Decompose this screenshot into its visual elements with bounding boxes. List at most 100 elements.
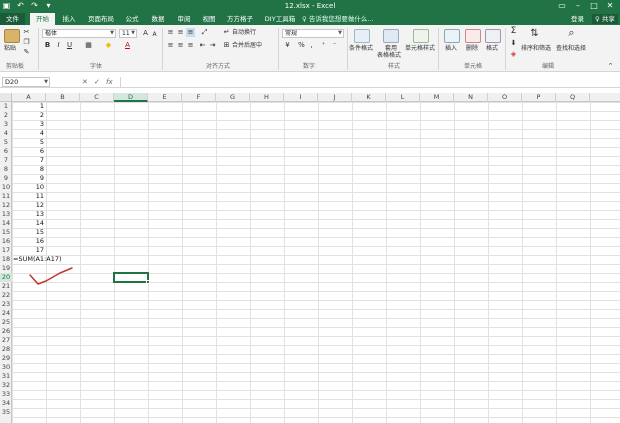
sort-filter-icon[interactable]: ⇅ bbox=[530, 29, 539, 39]
delete-cells-button[interactable]: 删除 bbox=[466, 45, 478, 53]
sort-filter-button[interactable]: 排序和筛选 bbox=[521, 45, 551, 53]
minimize-icon[interactable]: – bbox=[570, 0, 586, 12]
row-header-29[interactable]: 29 bbox=[0, 354, 12, 363]
cell-a14[interactable]: 14 bbox=[12, 219, 46, 228]
formula-input[interactable] bbox=[120, 77, 618, 87]
row-header-1[interactable]: 1 bbox=[0, 102, 12, 111]
format-cells-icon[interactable] bbox=[485, 29, 501, 43]
insert-cells-button[interactable]: 插入 bbox=[445, 45, 457, 53]
column-header-f[interactable]: F bbox=[182, 93, 216, 102]
align-center-icon[interactable]: ≡ bbox=[176, 41, 185, 50]
maximize-icon[interactable]: □ bbox=[586, 0, 602, 12]
tab-formulas[interactable]: 公式 bbox=[121, 13, 143, 25]
paste-icon[interactable] bbox=[4, 29, 20, 43]
align-left-icon[interactable]: ≡ bbox=[166, 41, 175, 50]
merge-center-button[interactable]: 合并后居中 bbox=[232, 42, 262, 50]
tab-ffcell[interactable]: 方方格子 bbox=[225, 13, 255, 25]
cancel-icon[interactable]: ✕ bbox=[82, 77, 88, 87]
row-header-6[interactable]: 6 bbox=[0, 147, 12, 156]
row-header-16[interactable]: 16 bbox=[0, 237, 12, 246]
fill-icon[interactable]: ⬇ bbox=[509, 39, 518, 48]
cell-a5[interactable]: 5 bbox=[12, 138, 46, 147]
row-header-3[interactable]: 3 bbox=[0, 120, 12, 129]
share-button[interactable]: ♀ 共享 bbox=[592, 14, 618, 24]
shrink-font-icon[interactable]: A bbox=[150, 30, 159, 39]
decrease-indent-icon[interactable]: ⇤ bbox=[198, 41, 207, 50]
font-color-icon[interactable]: A bbox=[123, 41, 132, 50]
tab-insert[interactable]: 插入 bbox=[58, 13, 80, 25]
font-size-combo[interactable]: 11 ▼ bbox=[119, 29, 137, 38]
tab-home[interactable]: 开始 bbox=[30, 13, 55, 25]
cell-a12[interactable]: 12 bbox=[12, 201, 46, 210]
cell-styles-icon[interactable] bbox=[413, 29, 429, 43]
select-all-corner[interactable] bbox=[0, 93, 12, 102]
row-header-19[interactable]: 19 bbox=[0, 264, 12, 273]
cell-a17[interactable]: 17 bbox=[12, 246, 46, 255]
column-header-h[interactable]: H bbox=[250, 93, 284, 102]
row-header-26[interactable]: 26 bbox=[0, 327, 12, 336]
insert-cells-icon[interactable] bbox=[444, 29, 460, 43]
collapse-ribbon-icon[interactable]: ⌃ bbox=[606, 62, 615, 71]
name-box[interactable]: D20 ▼ bbox=[2, 77, 50, 87]
row-header-31[interactable]: 31 bbox=[0, 372, 12, 381]
row-header-35[interactable]: 35 bbox=[0, 408, 12, 417]
row-header-25[interactable]: 25 bbox=[0, 318, 12, 327]
tab-page-layout[interactable]: 页面布局 bbox=[84, 13, 118, 25]
currency-icon[interactable]: ¥ bbox=[283, 41, 292, 50]
tab-view[interactable]: 视图 bbox=[198, 13, 220, 25]
grow-font-icon[interactable]: A bbox=[141, 29, 150, 38]
insert-function-icon[interactable]: fx bbox=[106, 77, 113, 87]
tab-diy-toolbox[interactable]: DIY工具箱 bbox=[263, 13, 297, 25]
conditional-format-button[interactable]: 条件格式 bbox=[349, 45, 373, 53]
row-header-2[interactable]: 2 bbox=[0, 111, 12, 120]
fill-color-icon[interactable]: ◆ bbox=[104, 41, 113, 50]
conditional-format-icon[interactable] bbox=[354, 29, 370, 43]
column-header-g[interactable]: G bbox=[216, 93, 250, 102]
cell-a8[interactable]: 8 bbox=[12, 165, 46, 174]
column-header-l[interactable]: L bbox=[386, 93, 420, 102]
align-top-icon[interactable]: ≡ bbox=[166, 28, 175, 37]
column-header-q[interactable]: Q bbox=[556, 93, 590, 102]
close-icon[interactable]: ✕ bbox=[602, 0, 618, 12]
column-header-k[interactable]: K bbox=[352, 93, 386, 102]
wrap-text-button[interactable]: 自动换行 bbox=[232, 29, 256, 37]
row-header-33[interactable]: 33 bbox=[0, 390, 12, 399]
row-header-18[interactable]: 18 bbox=[0, 255, 12, 264]
row-header-14[interactable]: 14 bbox=[0, 219, 12, 228]
row-header-23[interactable]: 23 bbox=[0, 300, 12, 309]
increase-decimal-icon[interactable]: ⁺ bbox=[319, 41, 328, 50]
font-name-combo[interactable]: 楷体 ▼ bbox=[42, 29, 116, 38]
enter-icon[interactable]: ✓ bbox=[94, 77, 100, 87]
row-header-5[interactable]: 5 bbox=[0, 138, 12, 147]
cell-a11[interactable]: 11 bbox=[12, 192, 46, 201]
delete-cells-icon[interactable] bbox=[465, 29, 481, 43]
fill-handle[interactable] bbox=[146, 280, 150, 284]
row-header-21[interactable]: 21 bbox=[0, 282, 12, 291]
borders-icon[interactable]: ▦ bbox=[84, 41, 93, 50]
row-header-30[interactable]: 30 bbox=[0, 363, 12, 372]
cell-a16[interactable]: 16 bbox=[12, 237, 46, 246]
copy-icon[interactable]: ❐ bbox=[22, 38, 31, 47]
tell-me-search[interactable]: ♀ 告诉我您想要做什么... bbox=[302, 13, 374, 25]
cell-a7[interactable]: 7 bbox=[12, 156, 46, 165]
row-header-4[interactable]: 4 bbox=[0, 129, 12, 138]
align-bottom-icon[interactable]: ≡ bbox=[186, 28, 195, 37]
worksheet-grid[interactable] bbox=[0, 93, 620, 423]
column-header-n[interactable]: N bbox=[454, 93, 488, 102]
align-middle-icon[interactable]: ≡ bbox=[176, 28, 185, 37]
row-header-28[interactable]: 28 bbox=[0, 345, 12, 354]
column-header-j[interactable]: J bbox=[318, 93, 352, 102]
row-header-15[interactable]: 15 bbox=[0, 228, 12, 237]
tab-review[interactable]: 审阅 bbox=[173, 13, 195, 25]
find-select-button[interactable]: 查找和选择 bbox=[556, 45, 586, 53]
ribbon-display-icon[interactable]: ▭ bbox=[554, 0, 570, 12]
merge-center-icon[interactable]: ⊞ bbox=[222, 41, 231, 50]
autosum-icon[interactable]: Σ bbox=[509, 27, 518, 36]
clear-icon[interactable]: ◈ bbox=[509, 50, 518, 59]
row-header-8[interactable]: 8 bbox=[0, 165, 12, 174]
row-header-9[interactable]: 9 bbox=[0, 174, 12, 183]
cell-a18-formula[interactable]: =SUM(A1:A17) bbox=[12, 255, 62, 264]
cell-styles-button[interactable]: 单元格样式 bbox=[405, 45, 435, 53]
wrap-text-icon[interactable]: ↵ bbox=[222, 28, 231, 37]
column-header-e[interactable]: E bbox=[148, 93, 182, 102]
